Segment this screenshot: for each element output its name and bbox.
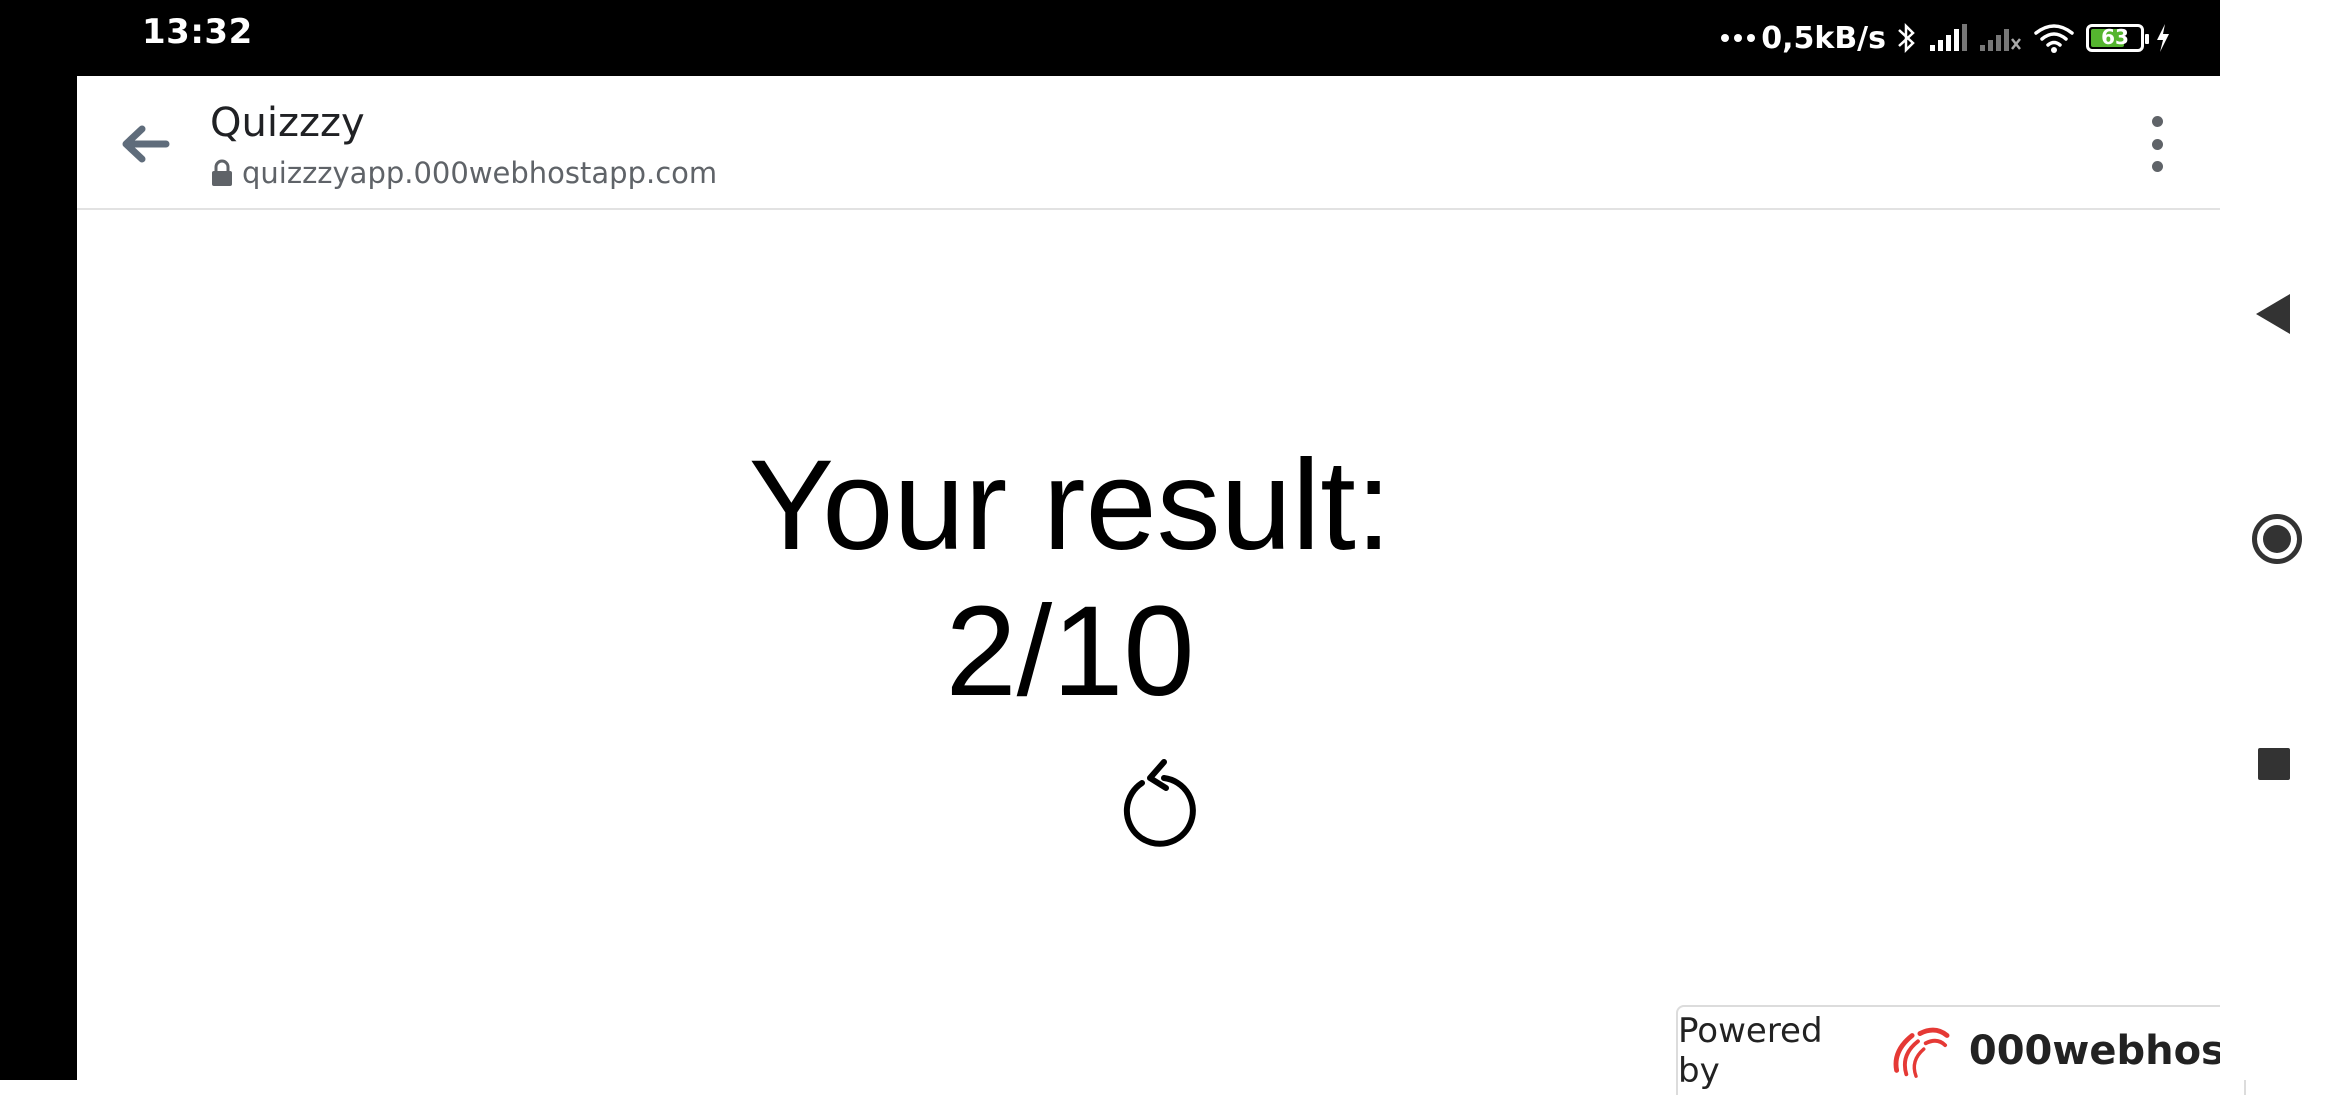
back-triangle-icon[interactable] [2256,294,2290,334]
battery-icon: 63 [2086,24,2149,52]
screen-left-border [0,0,77,1080]
lock-icon [212,159,232,186]
result-heading: Your result: [748,434,1392,577]
network-speed: 0,5kB/s [1721,21,1886,56]
brand-name: 000webhost [1968,1028,2244,1074]
back-button[interactable] [115,114,175,174]
more-options-button[interactable] [2142,116,2172,172]
page-content: Your result: 2/10 Powered by 000webhost [77,210,2246,1095]
result-score: 2/10 [945,580,1195,723]
restart-button[interactable] [1107,750,1207,850]
navigation-bar [2220,0,2340,1080]
browser-toolbar: Quizzzy quizzzyapp.000webhostapp.com [77,76,2220,210]
charging-icon [2157,24,2169,52]
recents-square-icon[interactable] [2258,748,2290,780]
status-icons: 0,5kB/s 63 [1721,10,2172,66]
page-title: Quizzzy [210,100,365,146]
network-speed-value: 0,5kB/s [1761,20,1886,56]
wifi-icon [2034,24,2074,53]
menu-dot [2151,138,2163,150]
restart-icon [1123,759,1196,847]
powered-by-badge[interactable]: Powered by 000webhost [1676,1005,2246,1095]
page-url-text: quizzzyapp.000webhostapp.com [242,156,718,190]
notification-dots-icon [1721,34,1756,42]
menu-dot [2151,161,2163,172]
arrow-left-icon [122,125,170,163]
powered-by-label: Powered by [1678,1011,1823,1091]
page-url[interactable]: quizzzyapp.000webhostapp.com [210,156,717,190]
status-bar: 13:32 0,5kB/s 63 [0,0,2220,76]
bluetooth-icon [1898,22,1915,54]
menu-dot [2151,116,2163,127]
battery-level: 63 [2101,25,2129,49]
signal-icon [1930,24,1967,51]
home-circle-icon[interactable] [2252,514,2302,564]
status-time: 13:32 [142,12,253,52]
signal-no-sim-icon [1980,29,2021,51]
000webhost-logo-icon [1893,1027,1950,1078]
